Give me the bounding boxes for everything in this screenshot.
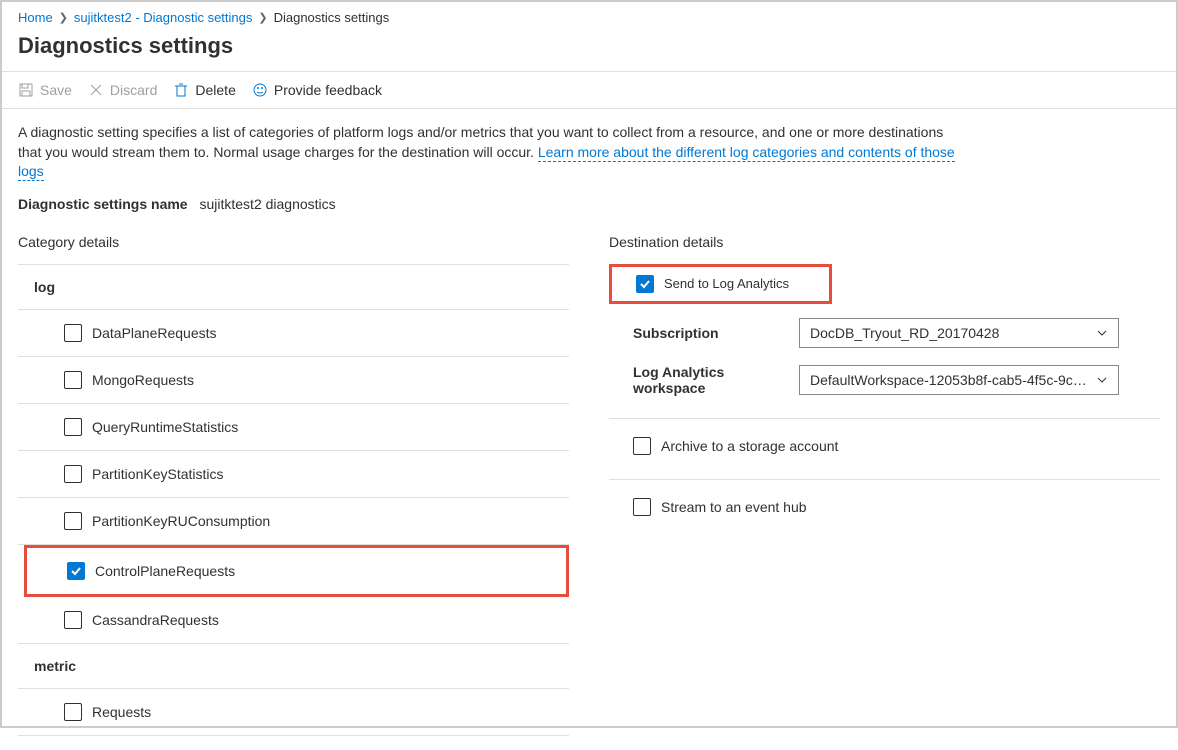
delete-button[interactable]: Delete bbox=[173, 82, 235, 98]
log-category-row: PartitionKeyRUConsumption bbox=[18, 498, 569, 545]
log-category-row: MongoRequests bbox=[18, 357, 569, 404]
log-category-checkbox[interactable] bbox=[64, 418, 82, 436]
discard-button[interactable]: Discard bbox=[88, 82, 157, 98]
chevron-down-icon bbox=[1096, 327, 1108, 339]
archive-storage-label: Archive to a storage account bbox=[661, 438, 838, 454]
category-header: Category details bbox=[18, 234, 569, 250]
metric-category-row: Requests bbox=[18, 689, 569, 736]
chevron-down-icon bbox=[1096, 374, 1108, 386]
send-log-analytics-checkbox[interactable] bbox=[636, 275, 654, 293]
log-category-label: CassandraRequests bbox=[92, 612, 219, 628]
log-category-row: QueryRuntimeStatistics bbox=[18, 404, 569, 451]
feedback-button[interactable]: Provide feedback bbox=[252, 82, 382, 98]
log-category-checkbox[interactable] bbox=[64, 371, 82, 389]
subscription-dropdown[interactable]: DocDB_Tryout_RD_20170428 bbox=[799, 318, 1119, 348]
save-button[interactable]: Save bbox=[18, 82, 72, 98]
send-log-analytics-label: Send to Log Analytics bbox=[664, 276, 789, 291]
trash-icon bbox=[173, 82, 189, 98]
log-category-row: PartitionKeyStatistics bbox=[18, 451, 569, 498]
toolbar: Save Discard Delete Provide feedback bbox=[2, 72, 1176, 108]
stream-eventhub-label: Stream to an event hub bbox=[661, 499, 807, 515]
log-category-label: PartitionKeyStatistics bbox=[92, 466, 224, 482]
log-category-checkbox[interactable] bbox=[67, 562, 85, 580]
workspace-dropdown[interactable]: DefaultWorkspace-12053b8f-cab5-4f5c-9c1a… bbox=[799, 365, 1119, 395]
log-category-label: PartitionKeyRUConsumption bbox=[92, 513, 270, 529]
log-group-label: log bbox=[18, 265, 569, 310]
setting-name-value: sujitktest2 diagnostics bbox=[199, 196, 335, 212]
breadcrumb-current: Diagnostics settings bbox=[274, 10, 390, 25]
log-category-checkbox[interactable] bbox=[64, 611, 82, 629]
log-category-checkbox[interactable] bbox=[64, 465, 82, 483]
workspace-label: Log Analytics workspace bbox=[633, 364, 783, 396]
close-icon bbox=[88, 82, 104, 98]
archive-storage-row: Archive to a storage account bbox=[609, 427, 1160, 465]
stream-eventhub-checkbox[interactable] bbox=[633, 498, 651, 516]
log-category-checkbox[interactable] bbox=[64, 324, 82, 342]
log-category-label: ControlPlaneRequests bbox=[95, 563, 235, 579]
log-category-row: CassandraRequests bbox=[18, 597, 569, 644]
metric-category-label: Requests bbox=[92, 704, 151, 720]
log-category-label: DataPlaneRequests bbox=[92, 325, 217, 341]
log-category-label: QueryRuntimeStatistics bbox=[92, 419, 238, 435]
log-category-checkbox[interactable] bbox=[64, 512, 82, 530]
metric-group-label: metric bbox=[18, 644, 569, 689]
breadcrumb-parent[interactable]: sujitktest2 - Diagnostic settings bbox=[74, 10, 252, 25]
log-category-row: ControlPlaneRequests bbox=[24, 545, 569, 597]
save-icon bbox=[18, 82, 34, 98]
smile-icon bbox=[252, 82, 268, 98]
subscription-label: Subscription bbox=[633, 325, 783, 341]
page-title: Diagnostics settings bbox=[2, 29, 1176, 71]
description-text: A diagnostic setting specifies a list of… bbox=[18, 123, 958, 182]
setting-name-row: Diagnostic settings name sujitktest2 dia… bbox=[18, 196, 1160, 212]
archive-storage-checkbox[interactable] bbox=[633, 437, 651, 455]
log-category-label: MongoRequests bbox=[92, 372, 194, 388]
stream-eventhub-row: Stream to an event hub bbox=[609, 488, 1160, 526]
metric-category-checkbox[interactable] bbox=[64, 703, 82, 721]
chevron-right-icon: ❯ bbox=[59, 11, 68, 24]
breadcrumb-home[interactable]: Home bbox=[18, 10, 53, 25]
log-category-row: DataPlaneRequests bbox=[18, 310, 569, 357]
send-log-analytics-row: Send to Log Analytics bbox=[609, 264, 832, 304]
destination-header: Destination details bbox=[609, 234, 1160, 250]
breadcrumb: Home ❯ sujitktest2 - Diagnostic settings… bbox=[2, 2, 1176, 29]
chevron-right-icon: ❯ bbox=[258, 11, 267, 24]
